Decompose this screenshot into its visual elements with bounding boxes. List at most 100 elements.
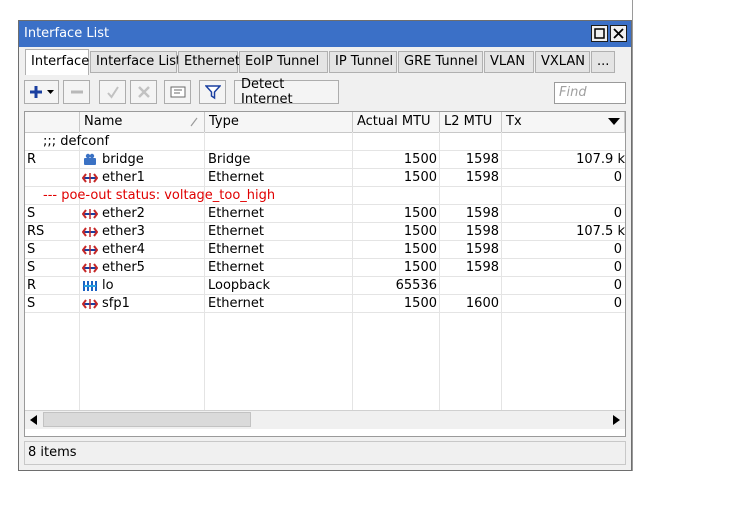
table-row[interactable]: S ether5 Ethernet 1500 1598 0 (25, 259, 625, 277)
name-cell: bridge (80, 151, 205, 169)
flag-cell: S (27, 260, 36, 275)
table-row[interactable]: --- poe-out status: voltage_too_high (25, 187, 625, 205)
disable-button[interactable] (130, 80, 157, 104)
tab-vxlan[interactable]: VXLAN (535, 51, 590, 73)
filter-button[interactable] (199, 80, 226, 104)
ethernet-icon (82, 227, 98, 237)
tab-ethernet[interactable]: Ethernet (178, 51, 240, 73)
ethernet-icon (82, 299, 98, 309)
type-cell: Ethernet (208, 260, 264, 275)
restore-icon (594, 28, 605, 39)
tab-interface[interactable]: Interface (25, 49, 89, 75)
type-cell: Ethernet (208, 242, 264, 257)
tx-cell: 0 (613, 296, 622, 311)
restore-button[interactable] (591, 25, 608, 42)
flags-column-header[interactable] (25, 112, 80, 132)
status-bar: 8 items (24, 441, 626, 465)
tab-gre-tunnel[interactable]: GRE Tunnel (398, 51, 483, 73)
close-icon (613, 28, 624, 39)
horizontal-scrollbar[interactable] (25, 410, 625, 429)
interface-name: ether2 (102, 206, 145, 221)
type-column-header[interactable]: Type (205, 112, 353, 132)
tx-cell: 0 (613, 170, 622, 185)
interface-name: ether4 (102, 242, 145, 257)
tx-cell: 107.5 k (576, 224, 625, 239)
interface-name: ether5 (102, 260, 145, 275)
arrow-left-icon (30, 415, 37, 425)
flag-cell: S (27, 296, 36, 311)
item-count: 8 items (28, 445, 77, 460)
name-cell: ether1 (80, 169, 205, 187)
flag-cell: S (27, 206, 36, 221)
column-menu-arrow-icon (608, 118, 620, 125)
disable-x-icon (137, 86, 150, 98)
type-cell: Bridge (208, 152, 251, 167)
interface-table: Name Type Actual MTU L2 MTU Tx ;;; defco… (24, 111, 626, 437)
scroll-left-button[interactable] (26, 412, 42, 428)
l2-mtu-cell: 1598 (465, 170, 499, 185)
l2-mtu-cell: 1598 (465, 224, 499, 239)
name-cell: ether3 (80, 223, 205, 241)
l2-mtu-column-header[interactable]: L2 MTU (440, 112, 502, 132)
table-row[interactable]: S ether4 Ethernet 1500 1598 0 (25, 241, 625, 259)
name-cell: ether4 (80, 241, 205, 259)
actual-mtu-cell: 1500 (403, 170, 437, 185)
actual-mtu-cell: 1500 (403, 260, 437, 275)
close-button[interactable] (610, 25, 627, 42)
tx-cell: 0 (613, 278, 622, 293)
tx-cell: 0 (613, 206, 622, 221)
tab-interface-list[interactable]: Interface List (90, 51, 181, 73)
name-cell: ether2 (80, 205, 205, 223)
name-cell: lo (80, 277, 205, 295)
flag-cell (27, 169, 77, 187)
scroll-right-button[interactable] (608, 412, 624, 428)
add-button[interactable] (24, 80, 59, 104)
tab-strip: Interface Interface List Ethernet EoIP T… (19, 49, 631, 75)
table-row[interactable]: ether1 Ethernet 1500 1598 0 (25, 169, 625, 187)
enable-button[interactable] (99, 80, 126, 104)
tx-column-header[interactable]: Tx (502, 112, 625, 132)
tab-more[interactable]: ... (591, 51, 615, 73)
table-row[interactable]: S sfp1 Ethernet 1500 1600 0 (25, 295, 625, 313)
ethernet-icon (82, 173, 98, 183)
table-row[interactable]: R lo Loopback 65536 0 (25, 277, 625, 295)
actual-mtu-cell: 1500 (403, 152, 437, 167)
actual-mtu-cell: 1500 (403, 206, 437, 221)
loopback-icon (83, 281, 97, 291)
l2-mtu-cell: 1598 (465, 260, 499, 275)
detect-internet-button[interactable]: Detect Internet (234, 77, 339, 107)
tx-cell: 0 (613, 260, 622, 275)
actual-mtu-column-header[interactable]: Actual MTU (353, 112, 440, 132)
ethernet-icon (82, 209, 98, 219)
table-row[interactable]: RS ether3 Ethernet 1500 1598 107.5 k (25, 223, 625, 241)
tab-eoip-tunnel[interactable]: EoIP Tunnel (239, 51, 328, 73)
interface-list-window: Interface List Interface Interface List … (18, 20, 632, 471)
interface-name: sfp1 (102, 296, 130, 311)
desktop-background-right (632, 0, 733, 505)
scrollbar-thumb[interactable] (43, 412, 251, 427)
table-row[interactable]: ;;; defconf (25, 133, 625, 151)
l2-mtu-cell: 1598 (465, 242, 499, 257)
actual-mtu-cell: 1500 (403, 224, 437, 239)
sort-icon (190, 117, 198, 127)
desktop-background-bottom (18, 471, 633, 505)
remove-button[interactable] (63, 80, 90, 104)
tx-column-label: Tx (506, 114, 522, 129)
tab-vlan[interactable]: VLAN (484, 51, 534, 73)
table-row[interactable]: S ether2 Ethernet 1500 1598 0 (25, 205, 625, 223)
find-input[interactable]: Find (554, 82, 626, 104)
name-column-label: Name (84, 114, 123, 129)
table-row[interactable]: R bridge Bridge 1500 1598 107.9 k (25, 151, 625, 169)
comment-button[interactable] (164, 80, 191, 104)
desktop-background (0, 0, 18, 505)
title-bar[interactable]: Interface List (19, 21, 631, 47)
window-title: Interface List (24, 26, 110, 41)
l2-mtu-cell (440, 277, 502, 295)
bridge-icon (84, 153, 96, 165)
name-column-header[interactable]: Name (80, 112, 205, 132)
tab-ip-tunnel[interactable]: IP Tunnel (329, 51, 397, 73)
flag-cell: R (27, 152, 37, 167)
type-cell: Ethernet (208, 206, 264, 221)
type-cell: Loopback (208, 278, 271, 293)
comment-text: ;;; defconf (43, 134, 110, 149)
